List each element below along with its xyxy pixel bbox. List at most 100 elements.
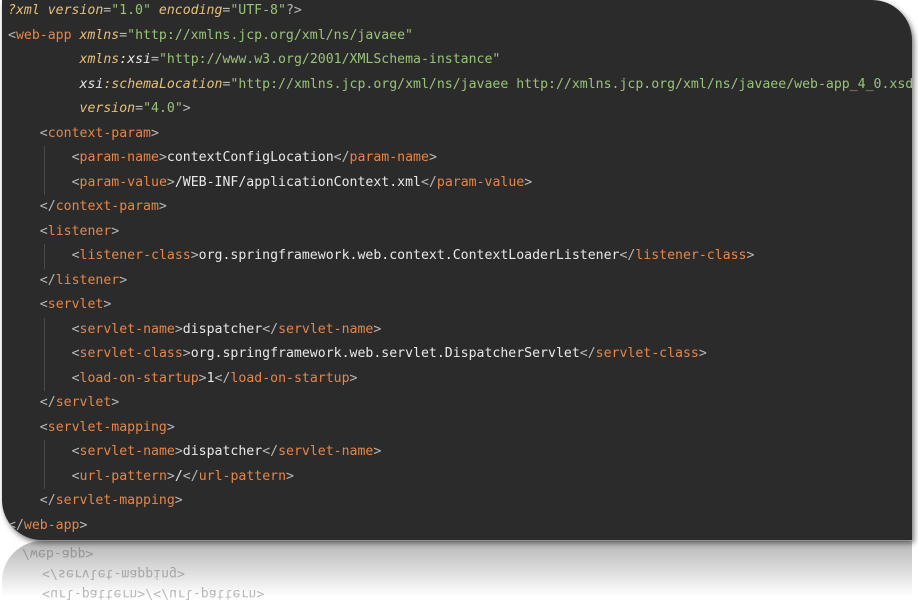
code-token: >: [746, 248, 755, 263]
code-token: servlet: [47, 297, 104, 312]
code-token: >: [198, 370, 207, 386]
indent-guide: [43, 146, 45, 171]
code-editor-window: ?xml version="1.0" encoding="UTF-8"?> <we…: [2, 0, 912, 540]
code-line: <servlet-name>dispatcher</servlet-name>: [72, 440, 382, 464]
code-token: =: [135, 101, 144, 116]
code-token: >: [158, 199, 167, 214]
code-line: </servlet-mapping>: [40, 489, 183, 513]
code-token: </: [579, 346, 596, 361]
code-line: xmlns:xsi="http://www.w3.org/2001/XMLSch…: [80, 48, 501, 72]
code-token: <: [71, 346, 80, 361]
indent-guide: [43, 244, 45, 269]
code-token: </: [8, 517, 24, 533]
code-token: listener-class: [635, 248, 747, 263]
code-token: servlet-name: [79, 444, 175, 459]
code-token: "http://www.w3.org/2001/XMLSchema-instan…: [158, 52, 501, 67]
code-token: param-value: [436, 174, 525, 190]
code-line: </servlet>: [40, 391, 119, 415]
code-token: >: [698, 346, 707, 361]
code-line: ?xml version="1.0" encoding="UTF-8"?>: [8, 0, 302, 23]
code-token: url-pattern: [79, 468, 167, 484]
code-token: >: [166, 174, 175, 190]
code-token: >: [428, 150, 437, 165]
code-token: >: [286, 468, 294, 484]
code-token: xmlns: [79, 52, 120, 67]
code-token: >: [158, 150, 167, 165]
code-token: </: [262, 321, 279, 337]
code-token: :schemaLocation: [103, 76, 223, 92]
indent-guide: [43, 366, 45, 391]
code-token: </: [262, 444, 279, 459]
code-token: >: [166, 468, 175, 484]
code-token: >: [150, 125, 159, 141]
editor-reflection: /web-app> </servlet-mapping> <url-pattern>…: [2, 541, 912, 603]
code-token: </: [39, 493, 56, 508]
code-line: <web-app xmlns="http://xmlns.jcp.org/xml…: [8, 24, 413, 48]
code-token: >: [190, 248, 199, 263]
code-token: <: [71, 174, 80, 190]
code-token: <: [71, 321, 80, 337]
code-token: /WEB-INF/applicationContext.xml: [174, 174, 421, 190]
code-token: >: [103, 297, 112, 312]
code-token: =: [151, 52, 159, 67]
code-token: >: [119, 272, 128, 288]
code-token: url-pattern: [198, 468, 287, 484]
code-token: listener: [47, 223, 112, 239]
code-token: </: [182, 468, 199, 484]
code-token: <: [39, 297, 48, 312]
code-token: >: [373, 321, 382, 337]
code-line: <load-on-startup>1</load-on-startup>: [72, 367, 358, 391]
code-token: "4.0": [143, 101, 183, 116]
code-token: </: [333, 150, 350, 165]
code-token: xsi: [79, 76, 104, 92]
indent-guide: [43, 464, 45, 489]
code-token: dispatcher: [182, 444, 263, 459]
code-token: encoding: [150, 3, 223, 18]
code-token: >: [174, 493, 183, 508]
code-token: >: [111, 223, 120, 239]
code-token: <: [71, 248, 80, 263]
code-token: >: [182, 101, 191, 116]
code-token: </: [39, 395, 56, 410]
code-line: <context-param>: [40, 122, 159, 146]
indent-guide: [43, 317, 45, 342]
code-token: xmlns: [79, 27, 120, 43]
code-token: <: [8, 27, 16, 43]
code-token: param-name: [349, 150, 429, 165]
code-token: load-on-startup: [79, 370, 199, 386]
code-token: servlet-name: [278, 444, 374, 459]
code-token: >: [524, 174, 533, 190]
code-line: <listener>: [40, 220, 119, 244]
code-line: </listener>: [40, 269, 127, 293]
code-token: "http://xmlns.jcp.org/xml/ns/javaee": [127, 27, 413, 43]
code-token: <: [39, 223, 48, 239]
code-token: </: [39, 272, 56, 288]
code-token: "http://xmlns.jcp.org/xml/ns/javaee http…: [230, 76, 912, 92]
code-token: servlet-class: [595, 346, 699, 361]
code-token: <: [39, 419, 48, 435]
code-token: web-app: [15, 27, 80, 43]
code-token: servlet-name: [278, 321, 374, 337]
code-token: servlet-mapping: [47, 419, 167, 435]
code-line: <servlet>: [40, 293, 111, 317]
code-token: <: [71, 150, 80, 165]
code-token: <: [71, 468, 80, 484]
code-token: servlet: [55, 395, 112, 410]
code-token: >: [373, 444, 382, 459]
code-token: <: [39, 125, 48, 141]
code-token: contextConfigLocation: [166, 150, 334, 165]
code-token: servlet-mapping: [55, 493, 175, 508]
code-token: >: [174, 444, 183, 459]
reflection-line: <url-pattern>/</url-pattern>: [42, 586, 265, 601]
code-token: >: [182, 346, 191, 361]
code-line: </web-app>: [8, 514, 87, 538]
code-token: >: [349, 370, 358, 386]
code-line: xsi:schemaLocation="http://xmlns.jcp.org…: [80, 73, 912, 97]
code-line: <url-pattern>/</url-pattern>: [72, 465, 294, 489]
code-token: load-on-startup: [230, 370, 350, 386]
code-line: <listener-class>org.springframework.web.…: [72, 244, 755, 268]
code-token: >: [111, 395, 120, 410]
code-line: </context-param>: [40, 195, 167, 219]
code-token: ?>: [285, 3, 302, 18]
code-token: servlet-name: [79, 321, 175, 337]
